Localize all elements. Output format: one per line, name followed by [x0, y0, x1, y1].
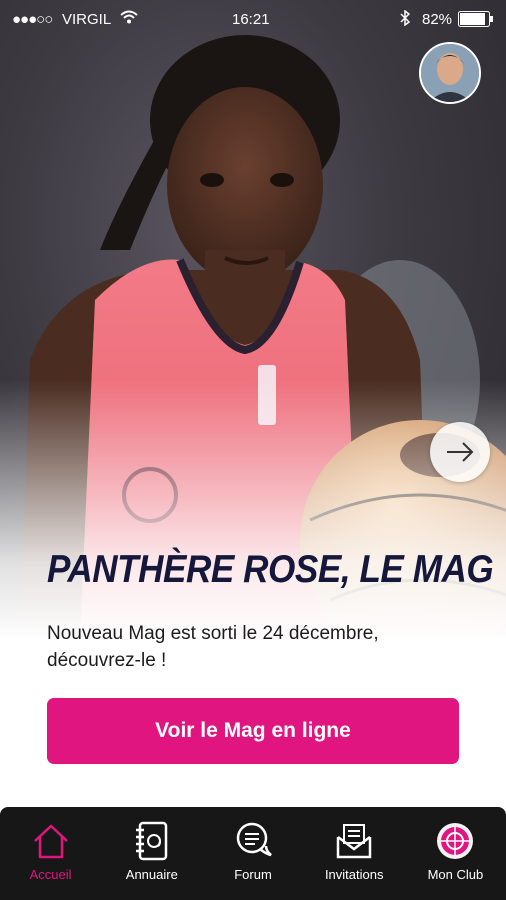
club-logo-icon	[435, 821, 475, 861]
clock: 16:21	[232, 11, 270, 28]
tab-label: Forum	[234, 867, 272, 882]
signal-strength: ●●●○○	[12, 11, 53, 28]
address-book-icon	[132, 821, 172, 861]
carrier-name: VIRGIL	[62, 11, 112, 28]
tab-label: Mon Club	[427, 867, 484, 882]
tab-mon-club[interactable]: Mon Club	[405, 807, 506, 900]
bottom-tab-bar: Accueil Annuaire Forum Invitations Mon C…	[0, 807, 506, 900]
user-avatar[interactable]	[419, 42, 481, 104]
wifi-icon	[120, 10, 138, 28]
arrow-right-icon	[447, 442, 474, 462]
hero-gradient-overlay	[0, 380, 506, 640]
view-mag-button[interactable]: Voir le Mag en ligne	[47, 698, 459, 764]
tab-forum[interactable]: Forum	[202, 807, 303, 900]
hero-description: Nouveau Mag est sorti le 24 décembre, dé…	[47, 623, 379, 671]
tab-invitations[interactable]: Invitations	[304, 807, 405, 900]
battery-icon	[458, 11, 494, 31]
next-slide-button[interactable]	[430, 422, 490, 482]
chat-bubbles-icon	[233, 821, 273, 861]
bluetooth-icon	[400, 9, 411, 30]
home-icon	[31, 821, 71, 861]
tab-accueil[interactable]: Accueil	[0, 807, 101, 900]
status-bar: ●●●○○ VIRGIL 16:21 82%	[0, 0, 506, 38]
battery-level: 82%	[422, 11, 453, 28]
tab-annuaire[interactable]: Annuaire	[101, 807, 202, 900]
hero-title: PANTHÈRE ROSE, LE MAG	[47, 548, 494, 591]
tab-label: Annuaire	[125, 867, 178, 882]
tab-label: Accueil	[29, 867, 72, 882]
tab-label: Invitations	[324, 867, 384, 882]
envelope-icon	[334, 821, 374, 861]
